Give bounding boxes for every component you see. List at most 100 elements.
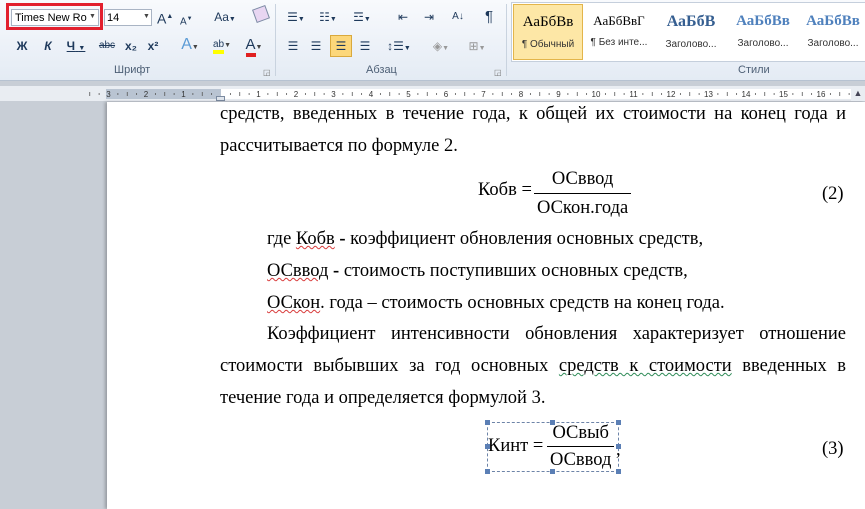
formula-lhs: Кинт = — [488, 436, 544, 456]
strikethrough-button[interactable]: abc — [96, 36, 118, 56]
font-size-value: 14 — [107, 12, 120, 24]
highlight-icon: ab — [212, 39, 225, 54]
justify-button[interactable]: ☰ — [356, 36, 374, 56]
indent-marker[interactable] — [216, 96, 225, 101]
shading-button[interactable]: ◈▼ — [428, 36, 454, 56]
def-text: . года – стоимость основных средств на к… — [320, 293, 725, 313]
ruler-number: 2 — [144, 90, 149, 99]
strikethrough-label: abc — [98, 40, 116, 51]
ruler-number: 9 — [556, 90, 561, 99]
view-ruler-toggle-icon[interactable]: ▲ — [851, 86, 865, 101]
ruler-ticks: 3211234567891011121314151617 — [89, 90, 863, 99]
definition-line: ОСкон. года – стоимость основных средств… — [267, 293, 725, 314]
style-heading-1[interactable]: АаБбВ Заголово... — [656, 4, 726, 60]
ruler-number: 3 — [106, 90, 111, 99]
style-preview: АаБбВвГ — [593, 13, 645, 28]
formula-lhs: Кобв = — [478, 180, 532, 200]
change-case-icon: Aa — [214, 10, 229, 24]
style-normal[interactable]: АаБбВв ¶ Обычный — [513, 4, 583, 60]
paragraph-line: рассчитывается по формуле 2. — [220, 136, 458, 156]
paragraph-line: стоимости выбывших за год основных средс… — [220, 356, 846, 377]
resize-handle[interactable] — [485, 469, 490, 474]
show-formatting-button[interactable]: ¶ — [480, 7, 498, 27]
text-run: стоимости выбывших за год основных — [220, 356, 559, 376]
line-spacing-button[interactable]: ↕☰▼ — [386, 36, 412, 56]
align-center-button[interactable]: ☰ — [307, 36, 325, 56]
multilevel-list-icon: ☲ — [353, 10, 364, 24]
decrease-indent-button[interactable]: ⇤ — [394, 7, 412, 27]
paragraph-line: средств, введенных в течение года, к общ… — [220, 104, 846, 124]
resize-handle[interactable] — [616, 420, 621, 425]
bullets-button[interactable]: ☰▼ — [284, 7, 308, 27]
paragraph-group-label: Абзац — [366, 64, 397, 76]
subscript-button[interactable]: x₂ — [123, 36, 139, 56]
shrink-font-icon: A — [180, 16, 187, 28]
style-name: Заголово... — [665, 39, 717, 50]
def-term: ОСввод — [267, 261, 329, 281]
fraction-bar — [534, 193, 632, 194]
multilevel-list-button[interactable]: ☲▼ — [349, 7, 375, 27]
style-no-spacing[interactable]: АаБбВвГ ¶ Без инте... — [584, 4, 654, 60]
styles-gallery: АаБбВв ¶ Обычный АаБбВвГ ¶ Без инте... А… — [511, 2, 865, 62]
pilcrow-icon: ¶ — [484, 8, 494, 25]
shrink-font-button[interactable]: A▼ — [180, 9, 193, 29]
numbering-button[interactable]: ☷▼ — [316, 7, 340, 27]
style-heading-2[interactable]: АаБбВв Заголово... — [728, 4, 798, 60]
align-right-icon: ☰ — [335, 39, 347, 53]
increase-indent-icon: ⇥ — [423, 10, 435, 24]
underline-button[interactable]: Ч ▼ — [64, 36, 88, 56]
ruler-number: 12 — [667, 90, 676, 99]
font-dialog-launcher[interactable]: ◲ — [263, 68, 271, 77]
sort-button[interactable]: A↓ — [448, 7, 468, 27]
formula-number: (2) — [822, 184, 844, 204]
style-heading-3[interactable]: АаБбВв Заголово... — [800, 4, 865, 60]
ruler-number: 6 — [444, 90, 449, 99]
paragraph-line: течение года и определяется формулой 3. — [220, 388, 546, 408]
definition-line: где Кобв - коэффициент обновления основн… — [267, 229, 703, 250]
font-color-button[interactable]: A▼ — [241, 35, 267, 57]
resize-handle[interactable] — [485, 420, 490, 425]
style-preview: АаБбВв — [522, 14, 574, 30]
increase-indent-button[interactable]: ⇥ — [420, 7, 438, 27]
ruler-number: 8 — [519, 90, 524, 99]
grow-font-icon: A — [157, 10, 167, 27]
borders-button[interactable]: ⊞▼ — [464, 36, 490, 56]
style-preview: АаБбВв — [806, 13, 860, 29]
eraser-icon — [252, 5, 270, 23]
fraction-bar — [547, 446, 615, 447]
ruler-number: 1 — [181, 90, 186, 99]
highlight-button[interactable]: ab▼ — [209, 35, 235, 55]
italic-button[interactable]: К — [40, 36, 56, 56]
def-term: ОСкон — [267, 293, 321, 313]
def-dash: - — [328, 261, 344, 281]
ruler-number: 15 — [779, 90, 788, 99]
font-group-label: Шрифт — [114, 64, 151, 76]
change-case-button[interactable]: Aa▼ — [212, 7, 238, 27]
clear-formatting-button[interactable] — [252, 5, 270, 27]
bullets-icon: ☰ — [287, 10, 298, 24]
horizontal-ruler[interactable]: 3211234567891011121314151617 — [0, 86, 865, 101]
align-right-button[interactable]: ☰ — [330, 35, 352, 57]
formula-numerator: ОСвыб — [552, 423, 609, 443]
def-text: коэффициент обновления основных средств, — [350, 229, 704, 249]
justify-icon: ☰ — [359, 39, 371, 53]
ruler-number: 14 — [742, 90, 751, 99]
ruler-number: 1 — [256, 90, 261, 99]
group-separator — [275, 4, 276, 76]
font-size-dropdown-icon[interactable]: ▼ — [143, 13, 150, 20]
style-name: ¶ Без инте... — [590, 37, 648, 48]
formula-comma: , — [616, 440, 621, 460]
decrease-indent-icon: ⇤ — [397, 10, 409, 24]
bold-button[interactable]: Ж — [14, 36, 30, 56]
grow-font-button[interactable]: A▲ — [157, 7, 173, 27]
line-spacing-icon: ↕☰ — [387, 39, 404, 53]
align-left-icon: ☰ — [287, 39, 299, 53]
paragraph-dialog-launcher[interactable]: ◲ — [494, 68, 502, 77]
align-left-button[interactable]: ☰ — [284, 36, 302, 56]
superscript-button[interactable]: x² — [145, 36, 161, 56]
document-page[interactable]: средств, введенных в течение года, к общ… — [107, 102, 865, 509]
text-effects-button[interactable]: A▼ — [178, 35, 202, 55]
superscript-label: x² — [147, 39, 159, 53]
formula-fraction: ОСввод ОСкон.года — [534, 169, 632, 219]
resize-handle[interactable] — [616, 469, 621, 474]
